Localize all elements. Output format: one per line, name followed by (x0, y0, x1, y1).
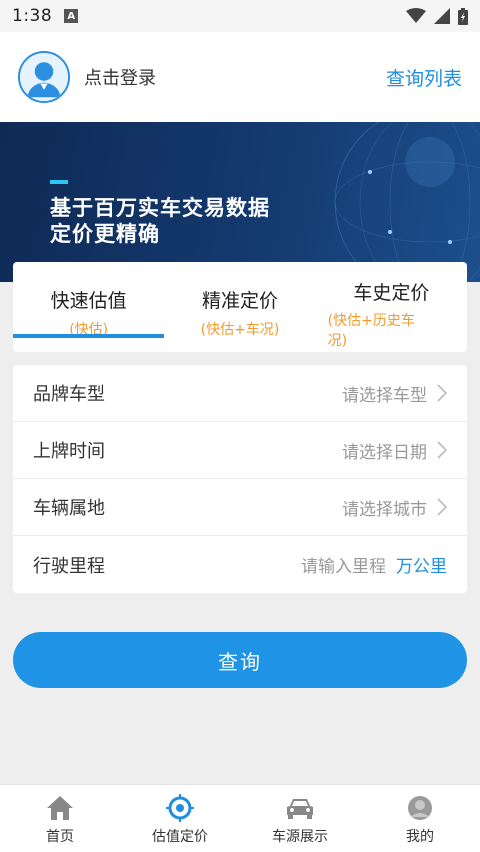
wifi-icon (406, 8, 426, 23)
tab-label: 精准定价 (201, 290, 278, 312)
query-list-link[interactable]: 查询列表 (386, 64, 462, 91)
tab-history-pricing[interactable]: 车史定价 (快估+历史车况) (316, 262, 467, 352)
banner: 基于百万实车交易数据 定价更精确 (0, 122, 480, 282)
nav-label: 车源展示 (272, 829, 328, 845)
brand-model-select[interactable]: 请选择车型 (342, 381, 427, 406)
active-tab-indicator (13, 334, 165, 338)
status-icons (406, 7, 468, 25)
mileage-input[interactable]: 请输入里程 (301, 552, 386, 577)
valuation-tabs: 快速估值 (快估) 精准定价 (快估+车况) 车史定价 (快估+历史车况) (13, 262, 467, 352)
chevron-right-icon (437, 498, 447, 516)
tab-sub-label: (快估+车况) (200, 322, 280, 338)
city-select[interactable]: 请选择城市 (342, 495, 427, 520)
globe-graphic (334, 122, 480, 282)
tab-sub-label: (快估+历史车况) (327, 313, 415, 349)
brand-model-row[interactable]: 品牌车型 请选择车型 (13, 365, 467, 422)
tab-label: 车史定价 (353, 282, 430, 304)
status-time: 1:38 (12, 6, 53, 26)
nav-car-source[interactable]: 车源展示 (240, 785, 360, 852)
nav-valuation[interactable]: 估值定价 (120, 785, 240, 852)
chevron-right-icon (437, 384, 447, 402)
nav-label: 首页 (46, 829, 74, 845)
nav-profile[interactable]: 我的 (360, 785, 480, 852)
field-label: 行驶里程 (33, 555, 105, 577)
nav-label: 我的 (406, 829, 434, 845)
banner-headline-2: 定价更精确 (50, 222, 160, 246)
car-icon (285, 793, 315, 823)
notification-icon: A (64, 9, 79, 23)
bottom-nav: 首页 估值定价 车源展示 我的 (0, 784, 480, 852)
plate-date-select[interactable]: 请选择日期 (342, 438, 427, 463)
field-label: 品牌车型 (33, 384, 105, 405)
tab-precise-pricing[interactable]: 精准定价 (快估+车况) (164, 262, 315, 352)
nav-home[interactable]: 首页 (0, 785, 120, 852)
tab-label: 快速估值 (50, 290, 127, 312)
field-label: 上牌时间 (33, 441, 105, 462)
target-icon (165, 793, 195, 823)
user-avatar[interactable] (18, 51, 70, 103)
tab-quick-valuation[interactable]: 快速估值 (快估) (13, 262, 165, 352)
user-avatar-icon (20, 53, 68, 101)
profile-icon (405, 793, 435, 823)
mileage-row: 行驶里程 请输入里程 万公里 (13, 536, 467, 593)
banner-accent-bar (50, 180, 68, 184)
nav-label: 估值定价 (152, 829, 208, 845)
status-bar: 1:38 A (0, 0, 480, 32)
login-link[interactable]: 点击登录 (84, 64, 156, 90)
battery-icon (458, 7, 468, 25)
home-icon (45, 793, 75, 823)
field-label: 车辆属地 (33, 498, 105, 519)
chevron-right-icon (437, 441, 447, 459)
valuation-form: 品牌车型 请选择车型 上牌时间 请选择日期 车辆属地 请选择城市 行驶里程 请输… (13, 365, 467, 593)
query-button[interactable]: 查询 (13, 632, 467, 688)
mileage-unit: 万公里 (396, 557, 447, 577)
signal-icon (434, 8, 450, 24)
plate-date-row[interactable]: 上牌时间 请选择日期 (13, 422, 467, 479)
app-header: 点击登录 查询列表 (0, 32, 480, 122)
location-row[interactable]: 车辆属地 请选择城市 (13, 479, 467, 536)
